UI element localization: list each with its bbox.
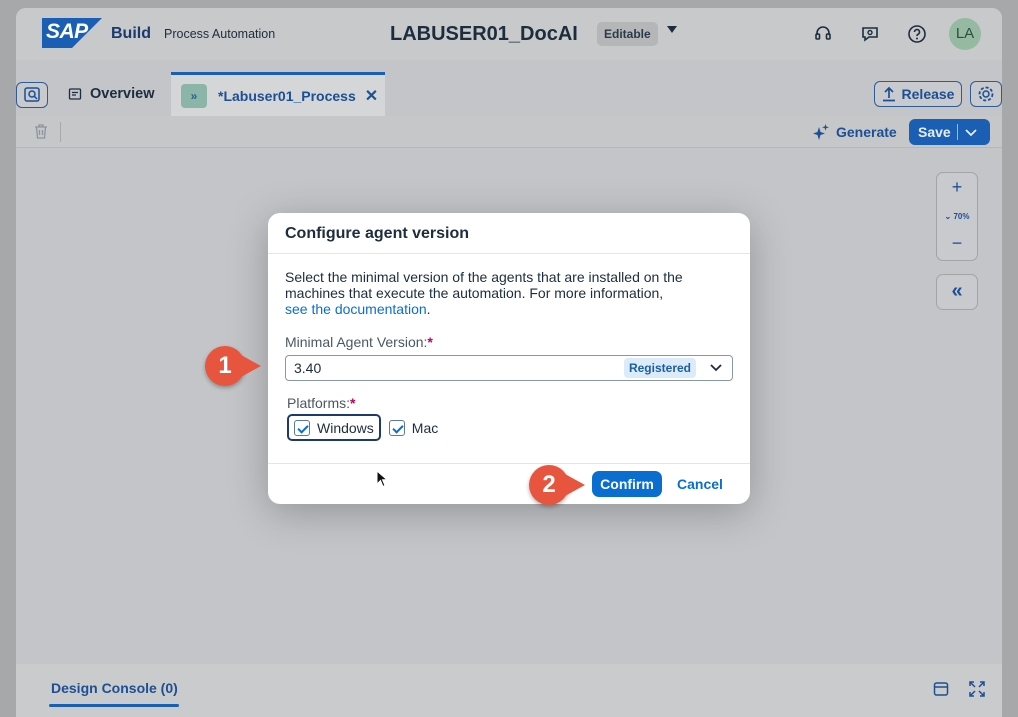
version-label-text: Minimal Agent Version:	[285, 334, 428, 350]
feedback-icon[interactable]	[860, 24, 880, 44]
zoom-in-icon[interactable]: +	[937, 177, 977, 205]
zoom-level-value: 70%	[953, 212, 970, 221]
dialog-body: Select the minimal version of the agents…	[268, 254, 750, 441]
chevron-down-icon[interactable]	[709, 359, 723, 380]
sap-logo[interactable]: SAP	[42, 18, 102, 48]
generate-button[interactable]: Generate	[812, 123, 897, 141]
product-name: Build	[111, 25, 151, 42]
description-text: Select the minimal version of the agents…	[285, 269, 683, 301]
design-console: Design Console (0)	[16, 664, 1002, 717]
windows-label: Windows	[317, 419, 374, 436]
product-area: Process Automation	[164, 27, 276, 41]
tab-bar: Overview » *Labuser01_Process ✕ Release	[16, 72, 1002, 116]
windows-checkbox[interactable]: Windows	[287, 414, 381, 441]
close-tab-icon[interactable]: ✕	[365, 86, 378, 106]
platforms-label: Platforms:*	[287, 395, 733, 411]
dialog-description: Select the minimal version of the agents…	[285, 269, 705, 317]
project-title: LABUSER01_DocAI	[390, 23, 578, 45]
mouse-cursor-icon	[376, 469, 389, 493]
agent-version-value: 3.40	[294, 360, 322, 376]
platforms-label-text: Platforms:	[287, 395, 351, 411]
registered-badge: Registered	[623, 358, 696, 378]
required-marker: *	[427, 334, 433, 350]
panel-layout-icon[interactable]	[933, 681, 949, 702]
project-menu-chevron-icon[interactable]	[667, 26, 677, 33]
checkbox-checked-icon	[388, 419, 405, 436]
search-button[interactable]	[16, 82, 48, 108]
tab-overview-label: Overview	[90, 86, 155, 102]
zoom-out-icon[interactable]: −	[937, 233, 977, 254]
checkbox-checked-icon	[294, 419, 310, 436]
documentation-link[interactable]: see the documentation	[285, 301, 427, 317]
generate-label: Generate	[836, 124, 897, 140]
cancel-button[interactable]: Cancel	[677, 476, 723, 492]
shell-bar: SAP Build Process Automation LABUSER01_D…	[16, 8, 1002, 60]
step-marker-1: 1	[205, 346, 261, 386]
tab-process[interactable]: » *Labuser01_Process ✕	[171, 72, 385, 116]
tab-design-console[interactable]: Design Console (0)	[51, 680, 178, 696]
headset-icon[interactable]	[813, 24, 833, 44]
release-label: Release	[901, 86, 955, 102]
tab-indicator	[49, 704, 179, 707]
link-suffix: .	[426, 301, 431, 317]
confirm-button[interactable]: Confirm	[592, 471, 662, 497]
delete-icon[interactable]	[34, 123, 48, 145]
toolbar-separator	[60, 122, 61, 142]
editor-toolbar: Generate Save	[16, 116, 1002, 148]
tab-overview[interactable]: Overview	[68, 86, 155, 102]
collapse-panel-button[interactable]: «	[936, 274, 978, 310]
document-icon	[68, 88, 82, 100]
platform-checkboxes: Windows Mac	[285, 414, 733, 441]
zoom-level[interactable]: ⌄ 70%	[937, 205, 977, 233]
configure-agent-dialog: Configure agent version Select the minim…	[268, 213, 750, 504]
dialog-title: Configure agent version	[268, 213, 750, 254]
save-options-chevron-icon[interactable]	[958, 124, 977, 140]
process-icon: »	[181, 83, 207, 108]
agent-version-select[interactable]: 3.40 Registered	[285, 355, 733, 381]
tab-process-label: *Labuser01_Process	[218, 87, 356, 104]
release-button[interactable]: Release	[874, 81, 962, 107]
save-button[interactable]: Save	[909, 119, 990, 145]
save-label: Save	[918, 124, 951, 140]
status-badge: Editable	[597, 22, 658, 46]
step-marker-2: 2	[529, 465, 585, 505]
sparkle-icon	[813, 124, 829, 140]
zoom-control: + ⌄ 70% −	[936, 172, 978, 261]
version-label: Minimal Agent Version:*	[285, 334, 733, 350]
upload-icon	[882, 86, 895, 102]
mac-label: Mac	[411, 419, 439, 436]
gear-icon	[978, 86, 994, 102]
dialog-footer: Confirm Cancel	[268, 463, 750, 504]
mac-checkbox[interactable]: Mac	[388, 419, 439, 436]
help-icon[interactable]	[907, 24, 927, 44]
settings-button[interactable]	[970, 81, 1002, 107]
avatar[interactable]: LA	[949, 18, 981, 50]
required-marker: *	[350, 395, 356, 411]
fullscreen-icon[interactable]	[969, 681, 985, 702]
